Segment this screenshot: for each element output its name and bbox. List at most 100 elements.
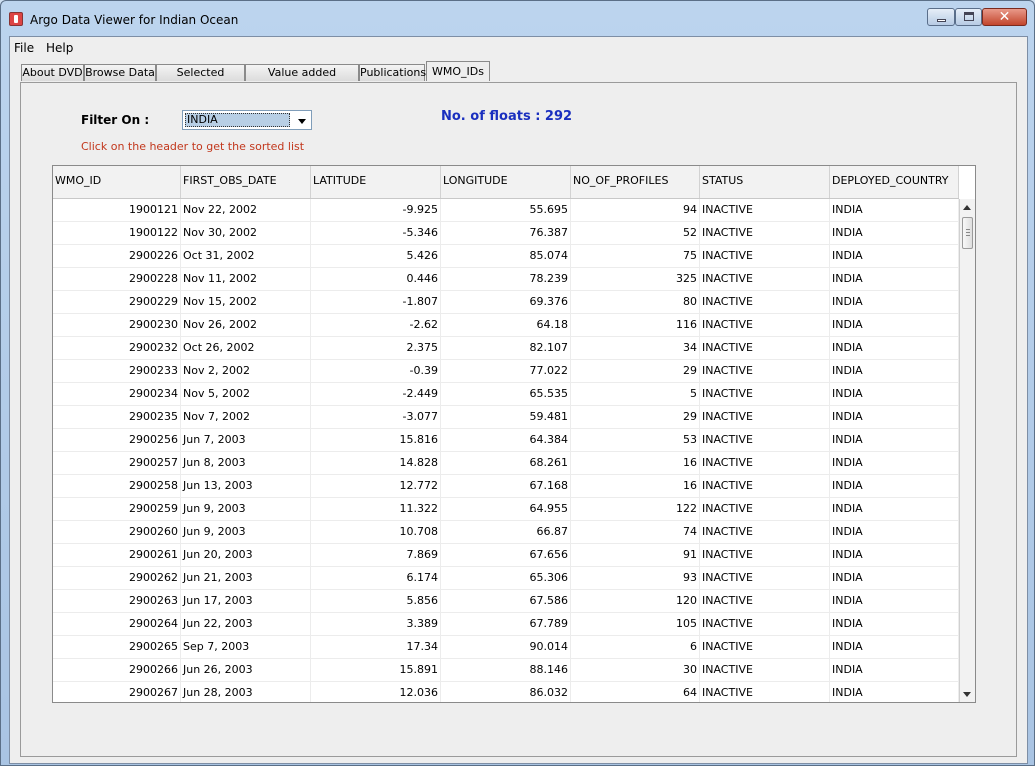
tab-wmo-ids[interactable]: WMO_IDs — [426, 61, 490, 81]
table-row[interactable]: 2900235 Nov 7, 2002 -3.077 59.481 29 INACTIVE… — [53, 406, 959, 429]
table-row[interactable]: 2900261 Jun 20, 2003 7.869 67.656 91 INACTIVE… — [53, 544, 959, 567]
scrollbar-thumb[interactable] — [962, 217, 973, 249]
cell-wmo-id[interactable]: 1900122 — [53, 222, 181, 244]
cell-longitude[interactable]: 64.955 — [441, 498, 571, 520]
cell-latitude[interactable]: -1.807 — [311, 291, 441, 313]
vertical-scrollbar[interactable] — [959, 199, 975, 702]
filter-country-select[interactable]: INDIA — [182, 110, 312, 130]
cell-no-of-profiles[interactable]: 325 — [571, 268, 700, 290]
column-header-latitude[interactable]: LATITUDE — [311, 166, 441, 198]
cell-status[interactable]: INACTIVE — [700, 291, 830, 313]
cell-first-obs-date[interactable]: Jun 28, 2003 — [181, 682, 311, 702]
cell-deployed-country[interactable]: INDIA — [830, 268, 959, 290]
cell-no-of-profiles[interactable]: 29 — [571, 406, 700, 428]
cell-longitude[interactable]: 69.376 — [441, 291, 571, 313]
cell-status[interactable]: INACTIVE — [700, 199, 830, 221]
cell-no-of-profiles[interactable]: 120 — [571, 590, 700, 612]
cell-status[interactable]: INACTIVE — [700, 314, 830, 336]
cell-no-of-profiles[interactable]: 122 — [571, 498, 700, 520]
cell-first-obs-date[interactable]: Nov 30, 2002 — [181, 222, 311, 244]
cell-wmo-id[interactable]: 2900228 — [53, 268, 181, 290]
cell-deployed-country[interactable]: INDIA — [830, 498, 959, 520]
table-row[interactable]: 2900258 Jun 13, 2003 12.772 67.168 16 INACTIV… — [53, 475, 959, 498]
cell-first-obs-date[interactable]: Jun 9, 2003 — [181, 521, 311, 543]
cell-first-obs-date[interactable]: Nov 7, 2002 — [181, 406, 311, 428]
cell-no-of-profiles[interactable]: 74 — [571, 521, 700, 543]
table-row[interactable]: 2900229 Nov 15, 2002 -1.807 69.376 80 INACTIV… — [53, 291, 959, 314]
table-row[interactable]: 2900226 Oct 31, 2002 5.426 85.074 75 INACTIVE… — [53, 245, 959, 268]
cell-status[interactable]: INACTIVE — [700, 636, 830, 658]
menu-file[interactable]: File — [14, 41, 34, 55]
cell-no-of-profiles[interactable]: 91 — [571, 544, 700, 566]
cell-latitude[interactable]: -2.449 — [311, 383, 441, 405]
cell-deployed-country[interactable]: INDIA — [830, 245, 959, 267]
cell-wmo-id[interactable]: 2900230 — [53, 314, 181, 336]
table-row[interactable]: 2900256 Jun 7, 2003 15.816 64.384 53 INACTIVE… — [53, 429, 959, 452]
cell-latitude[interactable]: 17.34 — [311, 636, 441, 658]
cell-wmo-id[interactable]: 2900235 — [53, 406, 181, 428]
cell-deployed-country[interactable]: INDIA — [830, 406, 959, 428]
cell-longitude[interactable]: 76.387 — [441, 222, 571, 244]
cell-first-obs-date[interactable]: Jun 9, 2003 — [181, 498, 311, 520]
cell-status[interactable]: INACTIVE — [700, 682, 830, 702]
cell-first-obs-date[interactable]: Jun 17, 2003 — [181, 590, 311, 612]
cell-deployed-country[interactable]: INDIA — [830, 222, 959, 244]
cell-deployed-country[interactable]: INDIA — [830, 337, 959, 359]
cell-latitude[interactable]: 15.891 — [311, 659, 441, 681]
scroll-up-arrow-icon[interactable] — [963, 205, 971, 210]
cell-no-of-profiles[interactable]: 29 — [571, 360, 700, 382]
cell-status[interactable]: INACTIVE — [700, 337, 830, 359]
cell-first-obs-date[interactable]: Jun 8, 2003 — [181, 452, 311, 474]
cell-status[interactable]: INACTIVE — [700, 590, 830, 612]
cell-wmo-id[interactable]: 2900256 — [53, 429, 181, 451]
cell-deployed-country[interactable]: INDIA — [830, 521, 959, 543]
cell-longitude[interactable]: 67.586 — [441, 590, 571, 612]
cell-status[interactable]: INACTIVE — [700, 360, 830, 382]
cell-first-obs-date[interactable]: Jun 21, 2003 — [181, 567, 311, 589]
cell-status[interactable]: INACTIVE — [700, 429, 830, 451]
table-row[interactable]: 2900230 Nov 26, 2002 -2.62 64.18 116 INACTIVE… — [53, 314, 959, 337]
tab-browse-data[interactable]: Browse Data — [84, 64, 156, 81]
table-row[interactable]: 2900263 Jun 17, 2003 5.856 67.586 120 INACTIV… — [53, 590, 959, 613]
menu-help[interactable]: Help — [46, 41, 73, 55]
cell-wmo-id[interactable]: 1900121 — [53, 199, 181, 221]
column-header-first-obs-date[interactable]: FIRST_OBS_DATE — [181, 166, 311, 198]
cell-deployed-country[interactable]: INDIA — [830, 291, 959, 313]
cell-first-obs-date[interactable]: Jun 13, 2003 — [181, 475, 311, 497]
cell-latitude[interactable]: -0.39 — [311, 360, 441, 382]
cell-first-obs-date[interactable]: Nov 2, 2002 — [181, 360, 311, 382]
cell-no-of-profiles[interactable]: 5 — [571, 383, 700, 405]
cell-wmo-id[interactable]: 2900267 — [53, 682, 181, 702]
cell-latitude[interactable]: 11.322 — [311, 498, 441, 520]
cell-no-of-profiles[interactable]: 34 — [571, 337, 700, 359]
cell-wmo-id[interactable]: 2900259 — [53, 498, 181, 520]
chevron-down-icon[interactable] — [298, 119, 306, 124]
cell-longitude[interactable]: 66.87 — [441, 521, 571, 543]
cell-wmo-id[interactable]: 2900229 — [53, 291, 181, 313]
table-row[interactable]: 1900122 Nov 30, 2002 -5.346 76.387 52 INACTIV… — [53, 222, 959, 245]
table-row[interactable]: 2900232 Oct 26, 2002 2.375 82.107 34 INACTIVE… — [53, 337, 959, 360]
cell-latitude[interactable]: 5.856 — [311, 590, 441, 612]
maximize-button[interactable] — [955, 8, 982, 26]
cell-deployed-country[interactable]: INDIA — [830, 452, 959, 474]
tab-publications[interactable]: Publications — [359, 64, 426, 81]
cell-no-of-profiles[interactable]: 30 — [571, 659, 700, 681]
cell-latitude[interactable]: 12.036 — [311, 682, 441, 702]
cell-deployed-country[interactable]: INDIA — [830, 360, 959, 382]
cell-first-obs-date[interactable]: Sep 7, 2003 — [181, 636, 311, 658]
cell-wmo-id[interactable]: 2900262 — [53, 567, 181, 589]
cell-wmo-id[interactable]: 2900257 — [53, 452, 181, 474]
column-header-status[interactable]: STATUS — [700, 166, 830, 198]
cell-no-of-profiles[interactable]: 93 — [571, 567, 700, 589]
cell-deployed-country[interactable]: INDIA — [830, 199, 959, 221]
cell-longitude[interactable]: 90.014 — [441, 636, 571, 658]
cell-longitude[interactable]: 67.168 — [441, 475, 571, 497]
cell-first-obs-date[interactable]: Jun 26, 2003 — [181, 659, 311, 681]
cell-longitude[interactable]: 88.146 — [441, 659, 571, 681]
cell-deployed-country[interactable]: INDIA — [830, 636, 959, 658]
cell-deployed-country[interactable]: INDIA — [830, 567, 959, 589]
cell-first-obs-date[interactable]: Nov 22, 2002 — [181, 199, 311, 221]
scroll-down-arrow-icon[interactable] — [963, 692, 971, 697]
cell-latitude[interactable]: 7.869 — [311, 544, 441, 566]
cell-longitude[interactable]: 82.107 — [441, 337, 571, 359]
